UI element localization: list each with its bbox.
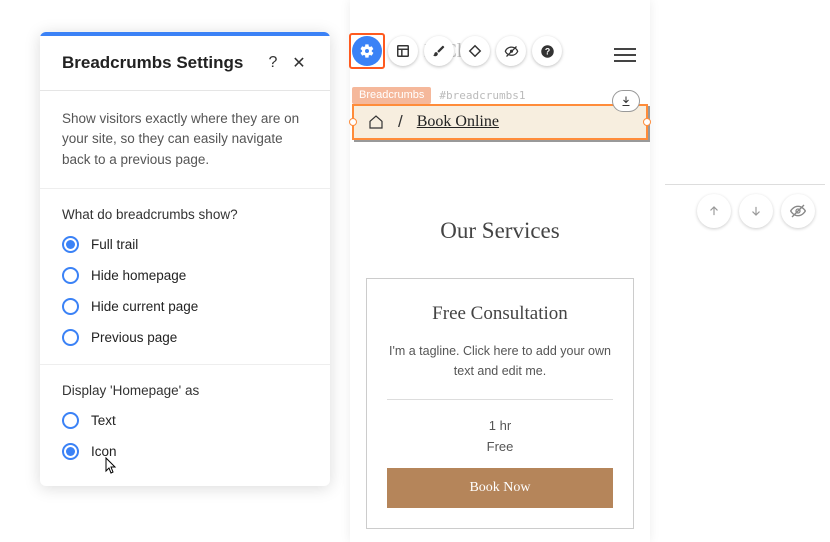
breadcrumb-widget[interactable]: / Book Online: [352, 104, 648, 140]
breadcrumb-current[interactable]: Book Online: [417, 113, 499, 131]
services-heading: Our Services: [350, 218, 650, 244]
apply-button[interactable]: [612, 90, 640, 112]
radio-icon: [62, 412, 79, 429]
service-title: Free Consultation: [387, 303, 613, 325]
question-icon: ?: [540, 44, 555, 59]
radio-previous-page[interactable]: Previous page: [62, 329, 308, 346]
resize-handle-left[interactable]: [349, 118, 357, 126]
radio-label: Previous page: [91, 330, 177, 345]
layout-tool-button[interactable]: [388, 36, 418, 66]
radio-label: Text: [91, 413, 116, 428]
radio-icon-option[interactable]: Icon: [62, 443, 308, 460]
radio-label: Full trail: [91, 237, 138, 252]
panel-title: Breadcrumbs Settings: [62, 53, 260, 73]
hide-tool-button[interactable]: [496, 36, 526, 66]
radio-icon: [62, 329, 79, 346]
show-section-label: What do breadcrumbs show?: [62, 207, 308, 222]
arrow-down-icon: [749, 204, 763, 218]
radio-icon: [62, 267, 79, 284]
arrow-up-icon: [707, 204, 721, 218]
show-section: What do breadcrumbs show? Full trail Hid…: [40, 189, 330, 365]
help-button[interactable]: ?: [260, 50, 286, 76]
design-tool-button[interactable]: [424, 36, 454, 66]
visibility-button[interactable]: [781, 194, 815, 228]
service-tagline[interactable]: I'm a tagline. Click here to add your ow…: [387, 341, 613, 400]
radio-label: Hide current page: [91, 299, 198, 314]
svg-text:?: ?: [544, 46, 549, 56]
radio-label: Icon: [91, 444, 117, 459]
close-button[interactable]: ✕: [286, 50, 312, 76]
display-section-label: Display 'Homepage' as: [62, 383, 308, 398]
radio-hide-current-page[interactable]: Hide current page: [62, 298, 308, 315]
service-price: Free: [387, 439, 613, 454]
display-section: Display 'Homepage' as Text Icon: [40, 365, 330, 486]
layout-icon: [396, 44, 410, 58]
radio-hide-homepage[interactable]: Hide homepage: [62, 267, 308, 284]
animation-tool-button[interactable]: [460, 36, 490, 66]
radio-label: Hide homepage: [91, 268, 186, 283]
service-duration: 1 hr: [387, 418, 613, 433]
radio-full-trail[interactable]: Full trail: [62, 236, 308, 253]
panel-description-section: Show visitors exactly where they are on …: [40, 91, 330, 189]
resize-handle-right[interactable]: [643, 118, 651, 126]
radio-icon: [62, 443, 79, 460]
service-card: Free Consultation I'm a tagline. Click h…: [366, 278, 634, 529]
mobile-preview: H Cl: [350, 0, 650, 542]
radio-icon: [62, 298, 79, 315]
move-up-button[interactable]: [697, 194, 731, 228]
radio-text[interactable]: Text: [62, 412, 308, 429]
hamburger-menu[interactable]: [614, 44, 636, 66]
panel-header: Breadcrumbs Settings ? ✕: [40, 36, 330, 91]
divider: [665, 184, 825, 185]
diamond-icon: [468, 44, 482, 58]
element-type-tag: Breadcrumbs: [352, 87, 431, 104]
move-down-button[interactable]: [739, 194, 773, 228]
reorder-controls: [697, 194, 815, 228]
eye-off-icon: [504, 44, 519, 59]
brush-icon: [432, 44, 446, 58]
download-icon: [620, 95, 632, 107]
element-tags: Breadcrumbs #breadcrumbs1: [352, 87, 530, 104]
book-now-button[interactable]: Book Now: [387, 468, 613, 508]
radio-icon: [62, 236, 79, 253]
help-tool-button[interactable]: ?: [532, 36, 562, 66]
home-icon: [368, 114, 384, 130]
breadcrumb-separator: /: [398, 112, 403, 132]
tool-highlight: [349, 33, 385, 69]
panel-description: Show visitors exactly where they are on …: [62, 109, 308, 170]
element-id-tag: #breadcrumbs1: [435, 87, 529, 104]
breadcrumbs-settings-panel: Breadcrumbs Settings ? ✕ Show visitors e…: [40, 32, 330, 486]
eye-icon: [790, 203, 806, 219]
